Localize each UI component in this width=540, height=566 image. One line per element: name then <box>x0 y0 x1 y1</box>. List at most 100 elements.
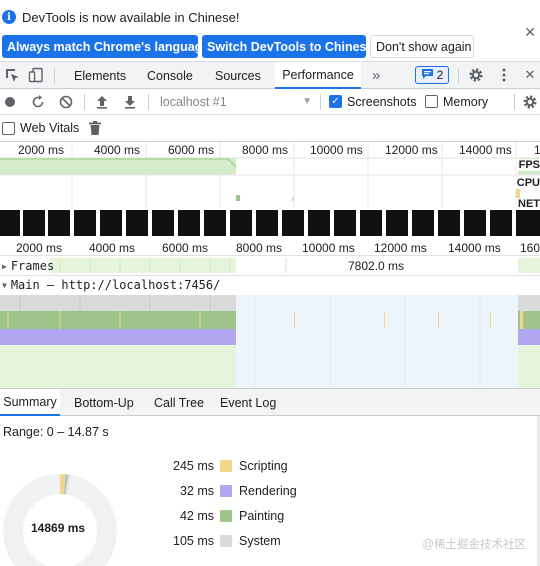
chevron-down-icon: ▼ <box>302 96 312 107</box>
tab-bottom-up[interactable]: Bottom-Up <box>71 389 137 416</box>
memory-checkbox[interactable] <box>425 95 438 108</box>
total-duration: 14869 ms <box>31 521 86 535</box>
more-tabs-button[interactable]: » <box>368 62 384 89</box>
capture-settings-gear-icon[interactable] <box>522 94 538 110</box>
memory-label: Memory <box>443 95 489 109</box>
issues-icon <box>421 68 434 83</box>
main-thread-label: Main — http://localhost:7456/ <box>10 278 221 292</box>
legend-row-scripting: 245 ms Scripting <box>150 457 288 475</box>
performance-toolbar-secondary: Web Vitals <box>0 115 540 142</box>
target-select[interactable]: localhost #1 ▼ <box>156 93 316 111</box>
web-vitals-checkbox[interactable] <box>2 122 15 135</box>
info-icon: i <box>2 10 16 24</box>
watermark: @稀土掘金技术社区 <box>422 539 526 551</box>
overview-tick: 6000 ms <box>168 143 215 157</box>
close-devtools-icon[interactable]: ✕ <box>522 67 538 83</box>
legend-row-system: 105 ms System <box>150 532 281 550</box>
range-text: Range: 0 – 14.87 s <box>3 425 109 439</box>
overview-tick: 4000 ms <box>94 143 141 157</box>
timeline-overview[interactable]: 2000 ms 4000 ms 6000 ms 8000 ms 10000 ms… <box>0 142 540 238</box>
main-track-title: ▼ Main — http://localhost:7456/ <box>2 278 220 292</box>
download-icon[interactable] <box>122 94 138 110</box>
legend-swatch <box>220 460 232 472</box>
tab-elements[interactable]: Elements <box>70 62 130 89</box>
always-match-language-button[interactable]: Always match Chrome's language <box>2 35 209 58</box>
legend-value: 32 ms <box>179 484 214 498</box>
screenshots-label: Screenshots <box>347 95 417 109</box>
timeline-tick: 14000 ms <box>448 241 501 255</box>
frames-track[interactable]: ▶ Frames 7802.0 ms <box>0 256 540 276</box>
summary-panel: Range: 0 – 14.87 s 14869 ms 245 ms Scrip… <box>0 416 540 566</box>
frames-track-title: ▶ Frames <box>2 259 54 273</box>
devtools-window: { "infobar": { "message": "DevTools is n… <box>0 0 540 566</box>
tab-call-tree[interactable]: Call Tree <box>151 389 207 416</box>
switch-to-chinese-button[interactable]: Switch DevTools to Chinese <box>202 35 373 58</box>
reload-record-icon[interactable] <box>30 94 46 110</box>
overview-tick: 8000 ms <box>242 143 289 157</box>
overview-tick: 12000 ms <box>385 143 438 157</box>
legend-label: Painting <box>239 509 285 523</box>
clear-icon[interactable] <box>58 94 74 110</box>
overview-tick: 2000 ms <box>18 143 65 157</box>
legend-swatch <box>220 485 232 497</box>
legend-label: Rendering <box>239 484 297 498</box>
timeline-tick: 6000 ms <box>162 241 209 255</box>
tab-performance[interactable]: Performance <box>275 62 361 89</box>
devtools-tabbar: Elements Console Sources Performance » 2… <box>0 62 540 89</box>
tab-event-log[interactable]: Event Log <box>217 389 279 416</box>
toolbar-separator <box>320 94 321 110</box>
tab-summary[interactable]: Summary <box>0 389 60 416</box>
issues-badge[interactable]: 2 <box>415 66 449 84</box>
trash-icon[interactable] <box>87 120 103 136</box>
device-toolbar-icon[interactable] <box>28 67 44 83</box>
dont-show-again-button[interactable]: Don't show again <box>370 35 474 58</box>
flame-chart-graph <box>0 295 540 388</box>
details-tabbar: Summary Bottom-Up Call Tree Event Log <box>0 388 540 416</box>
close-icon[interactable]: ✕ <box>524 24 536 41</box>
cpu-label: CPU <box>514 177 540 189</box>
fps-label: FPS <box>516 159 540 171</box>
screenshots-checkbox[interactable]: ✓ <box>329 95 342 108</box>
tabbar-separator <box>458 68 459 84</box>
timeline-tick: 12000 ms <box>374 241 427 255</box>
legend-row-painting: 42 ms Painting <box>150 507 284 525</box>
timeline-tick: 10000 ms <box>302 241 355 255</box>
target-select-value: localhost #1 <box>160 95 227 109</box>
toolbar-separator <box>148 94 149 110</box>
legend-value: 105 ms <box>173 534 214 548</box>
tab-sources[interactable]: Sources <box>211 62 265 89</box>
timeline-tick: 2000 ms <box>16 241 63 255</box>
frames-duration: 7802.0 ms <box>348 259 405 273</box>
frames-label: Frames <box>10 259 55 273</box>
infobar-message: DevTools is now available in Chinese! <box>22 9 240 25</box>
timeline-tick: 4000 ms <box>89 241 136 255</box>
main-flame-chart[interactable] <box>0 295 540 388</box>
legend-label: System <box>239 534 281 548</box>
legend-swatch <box>220 510 232 522</box>
overview-tick: 10000 ms <box>310 143 363 157</box>
net-label: NET <box>516 198 540 210</box>
tab-console[interactable]: Console <box>143 62 197 89</box>
gear-icon[interactable] <box>468 67 484 83</box>
legend-row-rendering: 32 ms Rendering <box>150 482 297 500</box>
kebab-menu-icon[interactable] <box>496 67 512 83</box>
overview-tick: 1 <box>534 143 540 157</box>
timeline-ruler: 2000 ms 4000 ms 6000 ms 8000 ms 10000 ms… <box>0 238 540 256</box>
performance-toolbar: localhost #1 ▼ ✓ Screenshots Memory <box>0 89 540 115</box>
toolbar-separator <box>514 94 515 110</box>
upload-icon[interactable] <box>94 94 110 110</box>
infobar-message-row: i DevTools is now available in Chinese! <box>2 8 240 26</box>
collapse-triangle-icon[interactable]: ▼ <box>2 281 7 290</box>
record-icon[interactable] <box>2 94 18 110</box>
main-track-header[interactable]: ▼ Main — http://localhost:7456/ <box>0 276 540 295</box>
expand-triangle-icon[interactable]: ▶ <box>2 262 7 271</box>
overview-tick: 14000 ms <box>459 143 512 157</box>
inspect-element-icon[interactable] <box>4 67 20 83</box>
frames-bars <box>50 258 540 273</box>
legend-label: Scripting <box>239 459 288 473</box>
legend-value: 245 ms <box>173 459 214 473</box>
language-infobar: i DevTools is now available in Chinese! … <box>0 0 540 62</box>
summary-pie-chart <box>3 474 117 566</box>
legend-swatch <box>220 535 232 547</box>
web-vitals-label: Web Vitals <box>20 121 80 135</box>
